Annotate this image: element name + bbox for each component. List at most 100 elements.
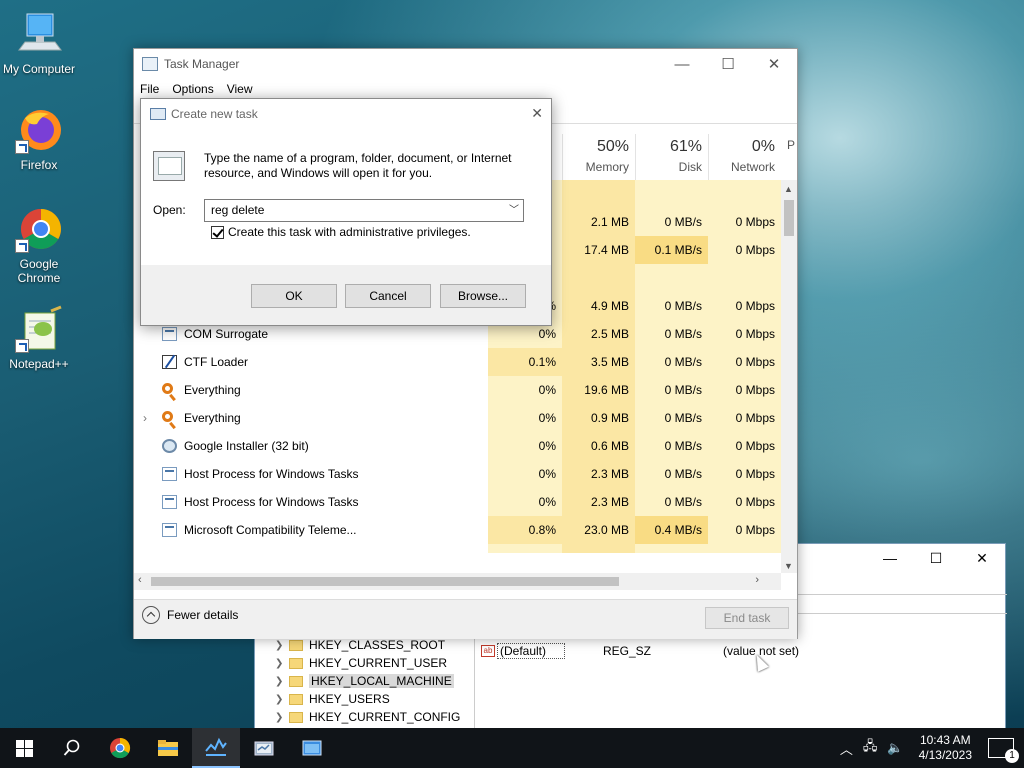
desktop-icon-my-computer[interactable]: My Computer (1, 10, 77, 76)
taskbar-chrome[interactable] (96, 728, 144, 768)
horizontal-scrollbar[interactable]: ‹ › (134, 573, 781, 590)
process-row[interactable]: › Everything 0% 0.9 MB 0 MB/s 0 Mbps (134, 404, 781, 432)
chevron-right-icon[interactable]: ❯ (275, 676, 289, 687)
network-percent: 0% (751, 138, 775, 155)
vertical-scrollbar[interactable]: ▲ ▼ (781, 180, 797, 573)
fewer-details-button[interactable]: Fewer details (142, 606, 238, 624)
dialog-titlebar[interactable]: Create new task (141, 99, 551, 129)
taskbar-regedit[interactable] (240, 728, 288, 768)
scroll-down-icon[interactable]: ▼ (784, 561, 793, 571)
empty-cell (635, 180, 708, 208)
system-tray: ︿ 🖧 🔈 10:43 AM 4/13/2023 1 (835, 728, 1024, 768)
menu-options[interactable]: Options (172, 82, 213, 96)
process-row[interactable]: Everything 0% 19.6 MB 0 MB/s 0 Mbps (134, 376, 781, 404)
folder-icon (289, 639, 303, 651)
network-cell: 0 Mbps (708, 236, 781, 264)
process-row[interactable]: Host Process for Windows Tasks 0% 2.3 MB 0 … (134, 460, 781, 488)
shortcut-arrow-icon (15, 339, 29, 353)
memory-cell: 17.4 MB (562, 236, 635, 264)
cpu-cell: 0% (488, 404, 562, 432)
open-input-value[interactable]: reg delete (211, 203, 264, 217)
windows-logo-icon (15, 739, 33, 757)
cancel-button[interactable]: Cancel (345, 284, 431, 308)
tree-item-label: HKEY_CLASSES_ROOT (309, 638, 446, 652)
tree-item-hkcc[interactable]: ❯ HKEY_CURRENT_CONFIG (275, 708, 460, 726)
close-icon[interactable]: ✕ (531, 105, 543, 122)
chevron-right-icon[interactable]: ❯ (275, 658, 289, 669)
tree-item-hku[interactable]: ❯ HKEY_USERS (275, 690, 460, 708)
browse-button[interactable]: Browse... (440, 284, 526, 308)
tree-item-label: HKEY_LOCAL_MACHINE (309, 674, 454, 688)
maximize-icon[interactable]: ☐ (913, 544, 959, 572)
minimize-icon[interactable]: — (867, 544, 913, 572)
chevron-right-icon[interactable]: ❯ (275, 694, 289, 705)
admin-privileges-option[interactable]: Create this task with administrative pri… (211, 225, 471, 239)
memory-cell: 2.1 MB (562, 208, 635, 236)
minimize-icon[interactable]: — (659, 49, 705, 79)
tree-item-hklm[interactable]: ❯ HKEY_LOCAL_MACHINE (275, 672, 460, 690)
disk-cell: 0 MB/s (635, 432, 708, 460)
disk-percent: 61% (669, 138, 702, 155)
empty-cell (562, 180, 635, 208)
volume-icon[interactable]: 🔈 (887, 740, 903, 756)
expand-chevron-icon[interactable]: › (143, 404, 147, 432)
taskbar-task-manager[interactable] (192, 728, 240, 768)
menu-file[interactable]: File (140, 82, 159, 96)
start-button[interactable] (0, 728, 48, 768)
taskbar-file-explorer[interactable] (144, 728, 192, 768)
process-name: Everything (184, 383, 241, 397)
taskbar-run-window[interactable] (288, 728, 336, 768)
close-icon[interactable]: ✕ (751, 49, 797, 79)
network-cell: 0 Mbps (708, 460, 781, 488)
process-row[interactable]: Microsoft Compatibility Teleme... 0.8% 23.… (134, 516, 781, 544)
open-combobox[interactable]: reg delete ﹀ (204, 199, 524, 222)
desktop-icon-notepad-plus-plus[interactable]: Notepad++ (1, 305, 77, 371)
network-icon[interactable]: 🖧 (863, 737, 878, 759)
chevron-right-icon[interactable]: ❯ (275, 640, 289, 651)
run-program-icon (153, 151, 185, 181)
regedit-key-tree: ❯ HKEY_CLASSES_ROOT ❯ HKEY_CURRENT_USER ❯ H… (275, 636, 460, 726)
tree-item-hkcu[interactable]: ❯ HKEY_CURRENT_USER (275, 654, 460, 672)
desktop-icon-google-chrome[interactable]: Google Chrome (1, 205, 77, 285)
column-header-network[interactable]: 0% Network (708, 134, 781, 180)
process-name: CTF Loader (184, 355, 249, 369)
close-icon[interactable]: ✕ (959, 544, 1005, 572)
scroll-up-icon[interactable]: ▲ (784, 184, 793, 194)
memory-cell: 3.5 MB (562, 348, 635, 376)
end-task-button[interactable]: End task (705, 607, 789, 629)
column-header-memory[interactable]: 50% Memory (562, 134, 635, 180)
desktop-icon-label: Notepad++ (9, 357, 69, 371)
network-label: Network (730, 160, 775, 174)
installer-icon (162, 439, 177, 453)
registry-value-row[interactable]: ab (Default) REG_SZ (value not set) (481, 642, 799, 660)
desktop-icon-firefox[interactable]: Firefox (1, 106, 77, 172)
chevron-up-icon[interactable]: ︿ (840, 739, 853, 758)
chrome-icon (15, 205, 63, 253)
notification-center-button[interactable]: 1 (988, 738, 1019, 763)
clock-time: 10:43 AM (919, 733, 971, 747)
admin-privileges-checkbox[interactable] (211, 225, 224, 239)
process-row[interactable]: CTF Loader 0.1% 3.5 MB 0 MB/s 0 Mbps (134, 348, 781, 376)
maximize-icon[interactable]: ☐ (705, 49, 751, 79)
scroll-thumb[interactable] (151, 577, 619, 586)
search-button[interactable] (48, 728, 96, 768)
network-cell: 0 Mbps (708, 348, 781, 376)
process-row[interactable]: Host Process for Windows Tasks 0% 2.3 MB 0 … (134, 488, 781, 516)
chevron-down-icon[interactable]: ﹀ (509, 200, 519, 221)
scroll-thumb[interactable] (784, 200, 794, 236)
process-row[interactable]: Google Installer (32 bit) 0% 0.6 MB 0 MB/s 0… (134, 432, 781, 460)
ok-button[interactable]: OK (251, 284, 337, 308)
scroll-right-icon[interactable]: › (755, 574, 759, 586)
disk-cell: 0 MB/s (635, 292, 708, 320)
chevron-right-icon[interactable]: ❯ (275, 712, 289, 723)
menu-view[interactable]: View (227, 82, 253, 96)
network-cell: 0 Mbps (708, 488, 781, 516)
memory-percent: 50% (596, 138, 629, 155)
scroll-left-icon[interactable]: ‹ (138, 574, 142, 586)
column-header-power[interactable]: P (781, 134, 797, 180)
shortcut-arrow-icon (15, 140, 29, 154)
column-header-disk[interactable]: 61% Disk (635, 134, 708, 180)
notepad-plus-plus-icon (15, 305, 63, 353)
clock[interactable]: 10:43 AM 4/13/2023 (919, 733, 972, 763)
create-new-task-dialog[interactable]: Create new task ✕ Type the name of a pro… (140, 98, 552, 326)
